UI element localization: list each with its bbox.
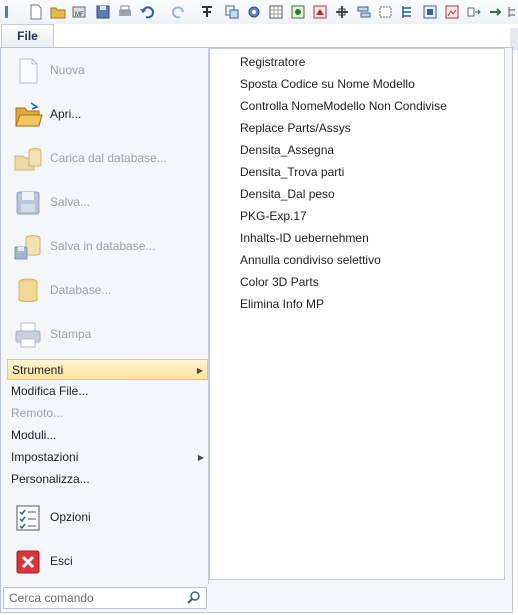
- options-menu-item[interactable]: Opzioni: [7, 497, 205, 537]
- arrow-tool-icon[interactable]: [488, 4, 504, 20]
- align-icon[interactable]: [356, 4, 372, 20]
- copy-icon[interactable]: [224, 4, 240, 20]
- load-from-database-menu-item[interactable]: Carica dal database...: [7, 138, 205, 178]
- submenu-item-replace-parts[interactable]: Replace Parts/Assys: [240, 117, 351, 139]
- box-icon[interactable]: [378, 4, 394, 20]
- quick-access-toolbar: MF: [0, 0, 518, 25]
- tree-icon[interactable]: [199, 4, 215, 20]
- select-item-icon[interactable]: [466, 4, 482, 20]
- redo-icon[interactable]: [171, 4, 187, 20]
- open-menu-item[interactable]: Apri...: [7, 94, 205, 134]
- undo-icon[interactable]: [139, 4, 155, 20]
- submenu-item-controlla-nomemodello[interactable]: Controlla NomeModello Non Condivise: [240, 95, 447, 117]
- submenu-arrow-icon: ▶: [197, 453, 204, 462]
- component-icon[interactable]: [312, 4, 328, 20]
- edit-file-menu-item[interactable]: Modifica File...: [7, 381, 208, 402]
- command-search-input[interactable]: Cerca comando: [3, 587, 207, 609]
- print-icon[interactable]: [117, 4, 133, 20]
- save-to-database-menu-label: Salva in database...: [50, 239, 156, 253]
- submenu-item-registratore[interactable]: Registratore: [240, 51, 305, 73]
- tools-menu-item[interactable]: Strumenti ▶: [7, 359, 208, 380]
- file-menu-left-pane: Nuova Apri... Carica dal database... Sal…: [1, 48, 208, 584]
- options-checklist-icon: [16, 505, 40, 531]
- settings-gear-icon[interactable]: [246, 4, 262, 20]
- tools-submenu-pane: Registratore Sposta Codice su Nome Model…: [209, 48, 505, 580]
- new-menu-item[interactable]: Nuova: [7, 50, 205, 90]
- settings-menu-label: Impostazioni: [11, 450, 79, 464]
- submenu-item-elimina-info-mp[interactable]: Elimina Info MP: [240, 293, 324, 315]
- load-from-database-menu-label: Carica dal database...: [50, 151, 167, 165]
- tree-view-icon[interactable]: [505, 4, 518, 20]
- ribbon-tab-row: File: [0, 24, 518, 48]
- save-menu-item[interactable]: Salva...: [7, 182, 205, 222]
- frame-icon[interactable]: [334, 4, 350, 20]
- submenu-item-densita-dal-peso[interactable]: Densita_Dal peso: [240, 183, 335, 205]
- modules-menu-label: Moduli...: [11, 428, 57, 442]
- new-document-icon: [19, 58, 38, 84]
- save-to-database-icon: [14, 235, 41, 260]
- exit-menu-item[interactable]: Esci: [7, 541, 205, 581]
- tools-menu-label: Strumenti: [12, 363, 64, 377]
- new-file-icon[interactable]: [28, 4, 44, 20]
- submenu-item-color-3d-parts[interactable]: Color 3D Parts: [240, 271, 319, 293]
- open-menu-label: Apri...: [50, 107, 82, 121]
- database-menu-label: Database...: [50, 283, 112, 297]
- submenu-item-densita-trova-parti[interactable]: Densita_Trova parti: [240, 161, 344, 183]
- node-icon[interactable]: [290, 4, 306, 20]
- search-placeholder: Cerca comando: [9, 591, 94, 605]
- print-menu-label: Stampa: [50, 327, 92, 341]
- submenu-item-sposta-codice[interactable]: Sposta Codice su Nome Modello: [240, 73, 415, 95]
- search-icon[interactable]: [186, 590, 202, 606]
- grid-icon[interactable]: [268, 4, 284, 20]
- new-menu-label: Nuova: [50, 63, 85, 77]
- database-icon: [18, 278, 38, 302]
- save-icon[interactable]: [95, 4, 111, 20]
- submenu-arrow-icon: ▶: [196, 366, 203, 375]
- exit-menu-label: Esci: [50, 554, 73, 568]
- printer-icon: [15, 322, 41, 348]
- load-from-database-icon: [14, 148, 42, 171]
- submenu-item-pkg-exp[interactable]: PKG-Exp.17: [240, 205, 307, 227]
- save-disk-icon: [16, 191, 40, 215]
- tool-icon[interactable]: MF: [71, 4, 87, 20]
- customize-menu-label: Personalizza...: [11, 472, 90, 486]
- picture-icon[interactable]: [444, 4, 460, 20]
- submenu-item-inhalts-id[interactable]: Inhalts-ID uebernehmen: [240, 227, 369, 249]
- exit-icon: [16, 550, 40, 574]
- branch-icon[interactable]: [400, 4, 416, 20]
- remote-menu-label: Remoto...: [11, 406, 64, 420]
- customize-menu-item[interactable]: Personalizza...: [7, 469, 208, 490]
- svg-text:MF: MF: [75, 12, 84, 18]
- options-menu-label: Opzioni: [50, 510, 91, 524]
- settings-menu-item[interactable]: Impostazioni ▶: [7, 447, 208, 468]
- save-menu-label: Salva...: [50, 195, 91, 209]
- image-icon[interactable]: [422, 4, 438, 20]
- edit-file-menu-label: Modifica File...: [11, 384, 89, 398]
- file-tab[interactable]: File: [1, 24, 54, 47]
- save-to-database-menu-item[interactable]: Salva in database...: [7, 226, 205, 266]
- open-folder-icon[interactable]: [50, 4, 66, 20]
- database-menu-item[interactable]: Database...: [7, 270, 205, 310]
- open-folder-icon: [15, 102, 43, 127]
- submenu-item-densita-assegna[interactable]: Densita_Assegna: [240, 139, 334, 161]
- modules-menu-item[interactable]: Moduli...: [7, 425, 208, 446]
- print-menu-item[interactable]: Stampa: [7, 314, 205, 354]
- submenu-item-annulla-condiviso[interactable]: Annulla condiviso selettivo: [240, 249, 381, 271]
- toolbar-grip-icon: [5, 6, 8, 18]
- remote-menu-item[interactable]: Remoto...: [7, 403, 208, 424]
